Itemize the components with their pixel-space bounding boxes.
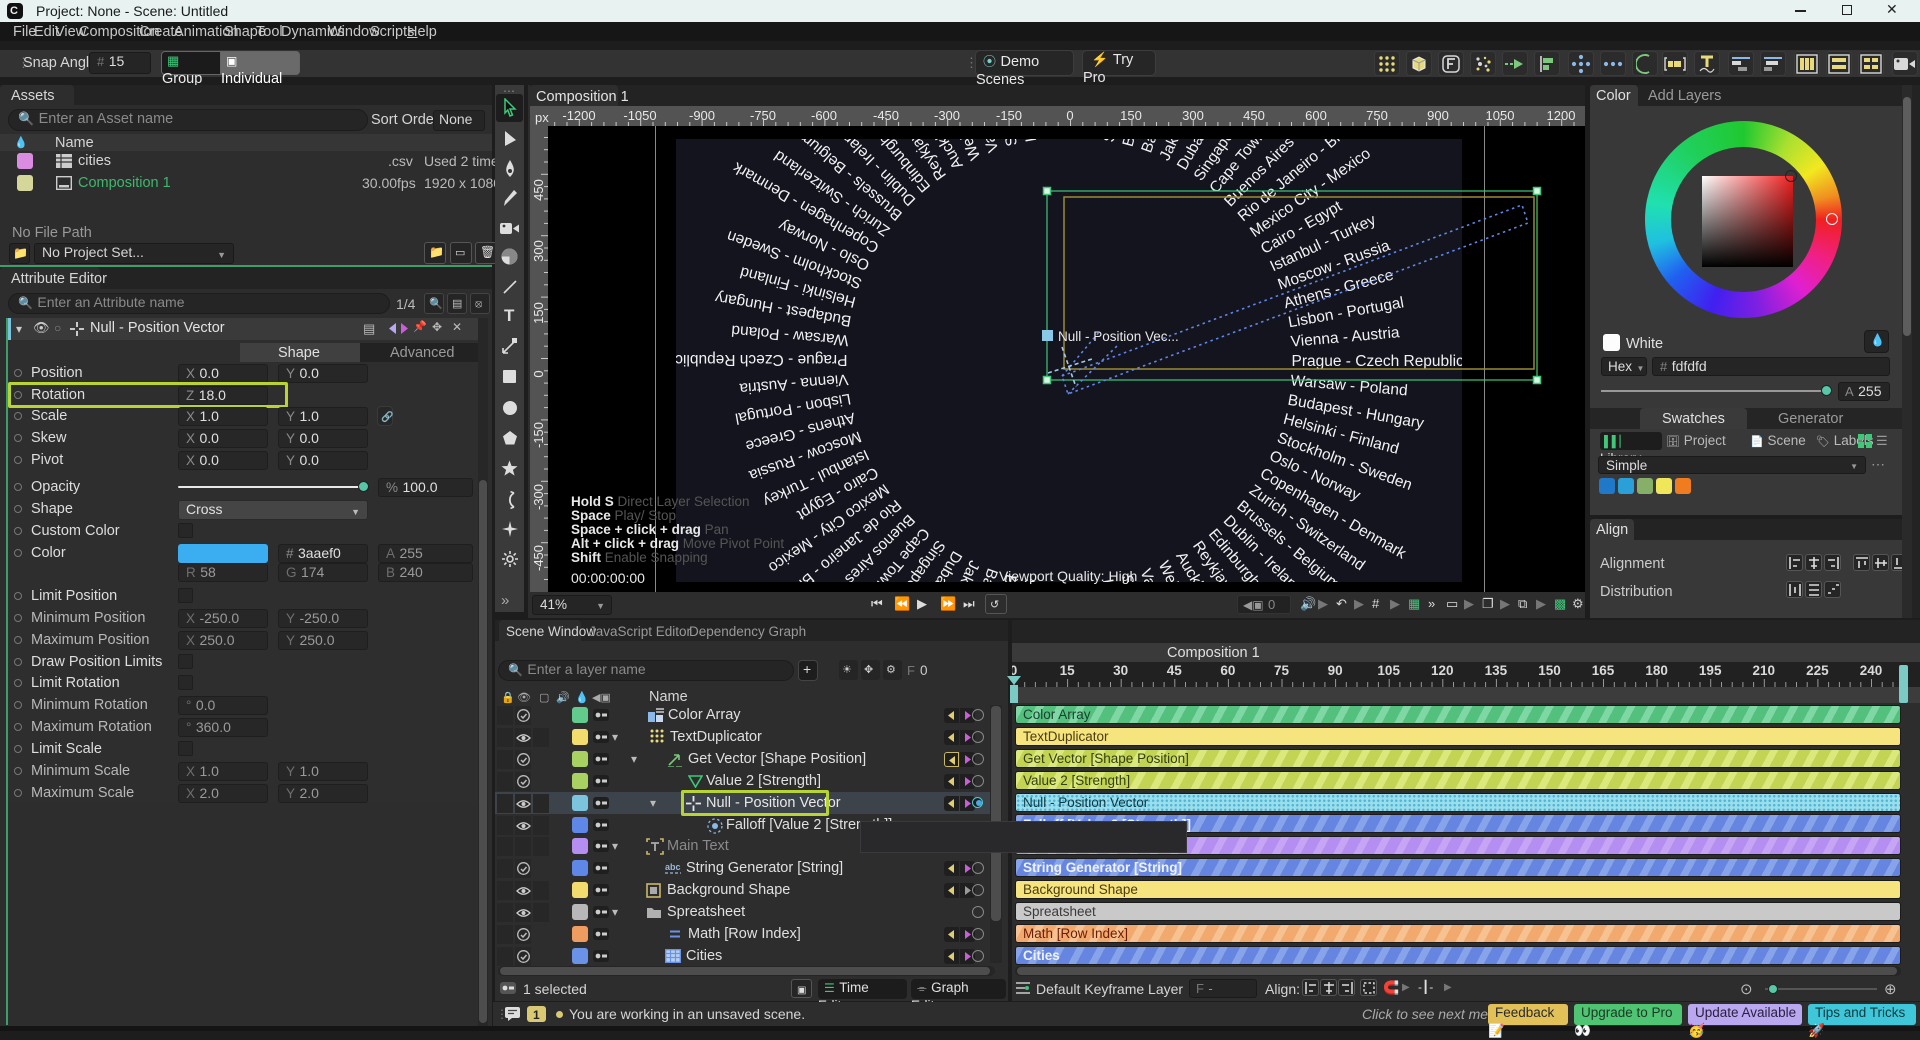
svg-text:60: 60 — [1220, 663, 1235, 678]
svg-text:195: 195 — [1699, 663, 1722, 678]
svg-text:75: 75 — [1274, 663, 1290, 678]
svg-text:abc: abc — [665, 862, 681, 872]
svg-text:Prague - Czech Republic: Prague - Czech Republic — [1292, 353, 1465, 370]
svg-text:120: 120 — [1431, 663, 1454, 678]
svg-text:210: 210 — [1753, 663, 1776, 678]
svg-text:165: 165 — [1592, 663, 1615, 678]
svg-text:45: 45 — [1167, 663, 1183, 678]
svg-text:240: 240 — [1860, 663, 1883, 678]
svg-text:Prague - Czech Republic: Prague - Czech Republic — [675, 351, 848, 368]
svg-text:180: 180 — [1645, 663, 1668, 678]
svg-text:150: 150 — [1538, 663, 1561, 678]
svg-text:90: 90 — [1328, 663, 1343, 678]
svg-text:Null - Position Vec...: Null - Position Vec... — [1058, 329, 1179, 344]
svg-text:225: 225 — [1806, 663, 1829, 678]
svg-text:105: 105 — [1377, 663, 1400, 678]
svg-text:15: 15 — [1060, 663, 1076, 678]
svg-text:135: 135 — [1485, 663, 1508, 678]
svg-text:30: 30 — [1113, 663, 1128, 678]
